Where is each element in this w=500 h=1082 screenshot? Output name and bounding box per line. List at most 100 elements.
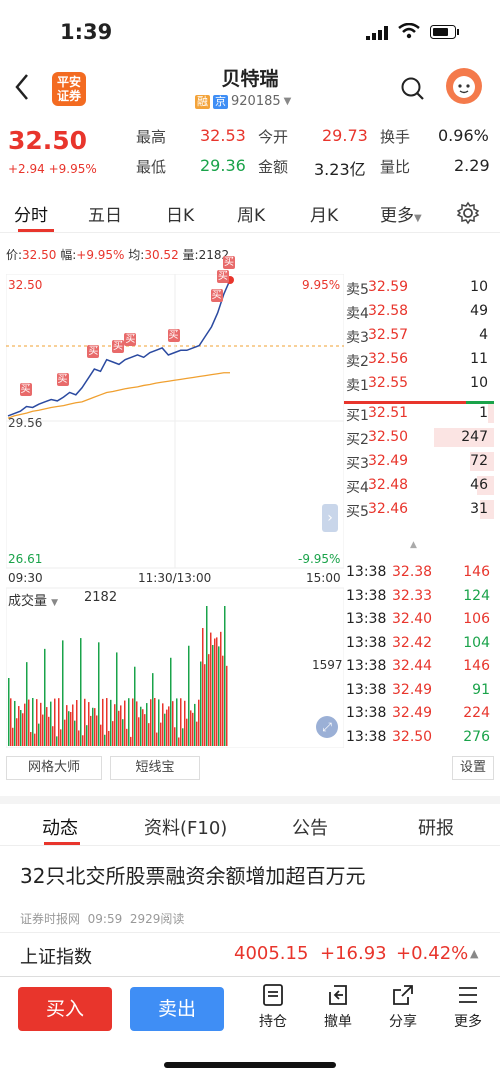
book-level: 买5 — [346, 504, 369, 520]
volume-bar — [28, 699, 30, 746]
buy-mark[interactable]: 买 — [223, 256, 235, 269]
buy-mark[interactable]: 买 — [56, 373, 69, 387]
quote-panel: 32.50 +2.94 +9.95% 最高 32.53 今开 29.73 换手 … — [0, 120, 500, 190]
tick-price: 32.49 — [392, 705, 433, 721]
volume-bar — [24, 703, 26, 746]
tick-volume: 224 — [463, 705, 490, 721]
info-range-label: 幅: — [60, 248, 77, 262]
volume-bar — [80, 638, 82, 746]
volratio-value: 2.29 — [454, 156, 490, 175]
holdings-button[interactable]: 持仓 — [248, 983, 298, 1031]
bid-row[interactable]: 买3 32.49 72 — [344, 450, 494, 473]
tab-more[interactable]: 更多▼ — [380, 201, 422, 226]
avatar[interactable] — [446, 68, 482, 104]
volume-bar — [12, 727, 14, 746]
book-volume: 46 — [470, 477, 488, 493]
tick-row: 13:38 32.44 146 — [346, 656, 496, 679]
tick-time: 13:38 — [346, 658, 387, 674]
search-icon[interactable] — [400, 76, 426, 106]
ask-row[interactable]: 卖3 32.57 4 — [344, 324, 494, 347]
book-price: 32.59 — [368, 279, 409, 295]
tick-row: 13:38 32.49 224 — [346, 703, 496, 726]
news-headline[interactable]: 32只北交所股票融资余额增加超百万元 — [20, 860, 365, 889]
bid-row[interactable]: 买1 32.51 1 — [344, 402, 494, 425]
tab-weekly-k[interactable]: 周K — [237, 201, 265, 226]
jing-badge: 京 — [213, 94, 228, 109]
caret-up-icon: ▲ — [470, 947, 479, 960]
open-label: 今开 — [258, 128, 289, 146]
sell-button[interactable]: 卖出 — [130, 987, 224, 1031]
low-value: 29.36 — [200, 156, 246, 175]
caret-down-icon[interactable]: ▼ — [284, 96, 292, 107]
volume-bar — [134, 666, 136, 746]
ask-row[interactable]: 卖2 32.56 11 — [344, 348, 494, 371]
settings-button[interactable]: 设置 — [452, 756, 494, 780]
volume-bar — [204, 664, 206, 746]
buy-mark[interactable]: 买 — [210, 288, 223, 302]
volume-bar — [208, 654, 210, 746]
news-tabs: 动态 资料(F10) 公告 研报 — [0, 796, 500, 846]
volume-value: 2182 — [84, 590, 118, 605]
short-line-button[interactable]: 短线宝 — [110, 756, 200, 780]
bid-row[interactable]: 买2 32.50 247 — [344, 426, 494, 449]
volume-bar — [86, 725, 88, 746]
buy-mark[interactable]: 买 — [19, 382, 32, 396]
bid-row[interactable]: 买5 32.46 31 — [344, 498, 494, 521]
volume-bar — [66, 705, 68, 746]
buy-mark[interactable]: 买 — [87, 345, 100, 359]
tick-price: 32.38 — [392, 564, 433, 580]
tick-volume: 106 — [463, 611, 490, 627]
high-label: 最高 — [136, 128, 167, 146]
tick-volume: 276 — [463, 728, 490, 745]
buy-button[interactable]: 买入 — [18, 987, 112, 1031]
index-ticker[interactable]: 上证指数 4005.15 +16.93 +0.42% ▲ — [0, 932, 500, 976]
volume-bar — [210, 632, 212, 746]
book-volume: 11 — [470, 351, 488, 367]
volume-bar — [218, 646, 220, 746]
more-button[interactable]: 更多 — [443, 983, 493, 1031]
book-price: 32.49 — [368, 453, 409, 469]
tab-intraday[interactable]: 分时 — [14, 201, 48, 226]
ask-row[interactable]: 卖1 32.55 10 — [344, 372, 494, 395]
tab-profile[interactable]: 资料(F10) — [144, 814, 227, 840]
share-button[interactable]: 分享 — [378, 983, 428, 1031]
tab-five-day[interactable]: 五日 — [88, 201, 122, 226]
chevron-right-icon[interactable]: › — [322, 504, 338, 532]
bid-row[interactable]: 买4 32.48 46 — [344, 474, 494, 497]
buy-mark[interactable]: 买 — [124, 333, 137, 347]
volume-indicator[interactable]: 成交量 ▼ — [8, 590, 58, 609]
tick-price: 32.42 — [392, 634, 433, 651]
low-label: 最低 — [136, 158, 167, 176]
news-source: 证券时报网 — [20, 912, 81, 926]
volume-bar — [48, 716, 50, 746]
buy-mark[interactable]: 买 — [216, 270, 229, 284]
expand-icon[interactable]: ⤢ — [316, 716, 338, 738]
tab-news[interactable]: 动态 — [42, 814, 78, 840]
book-price: 32.46 — [368, 501, 409, 517]
chart-bottom-pct: -9.95% — [298, 552, 341, 566]
ask-row[interactable]: 卖5 32.59 10 — [344, 276, 494, 299]
stock-header: 平安 证券 贝特瑞 融 京 920185 ▼ — [0, 56, 500, 120]
volume-bar — [44, 648, 46, 746]
period-tabs: 分时 五日 日K 周K 月K 更多▼ — [0, 193, 500, 233]
book-price: 32.48 — [368, 477, 409, 493]
tab-monthly-k[interactable]: 月K — [310, 201, 338, 226]
volume-bar — [164, 713, 166, 746]
tab-announcement[interactable]: 公告 — [292, 814, 328, 840]
menu-icon — [459, 987, 477, 1003]
ask-row[interactable]: 卖4 32.58 49 — [344, 300, 494, 323]
tab-daily-k[interactable]: 日K — [166, 201, 194, 226]
news-meta: 证券时报网 09:59 2929阅读 — [20, 910, 184, 927]
buy-mark[interactable]: 买 — [167, 328, 180, 342]
gear-icon[interactable] — [456, 201, 480, 229]
grid-master-button[interactable]: 网格大师 — [6, 756, 102, 780]
intraday-chart[interactable]: 32.50 9.95% 29.56 26.61 -9.95% 09:30 11:… — [5, 256, 345, 749]
tab-research[interactable]: 研报 — [418, 814, 454, 840]
book-price: 32.50 — [368, 429, 409, 445]
tick-row: 13:38 32.49 91 — [346, 680, 496, 703]
caret-up-icon[interactable]: ▲ — [410, 540, 417, 550]
cancel-order-button[interactable]: 撤单 — [313, 983, 363, 1031]
volume-bar — [212, 645, 214, 746]
volume-bar — [116, 652, 118, 746]
buy-mark[interactable]: 买 — [112, 340, 124, 354]
